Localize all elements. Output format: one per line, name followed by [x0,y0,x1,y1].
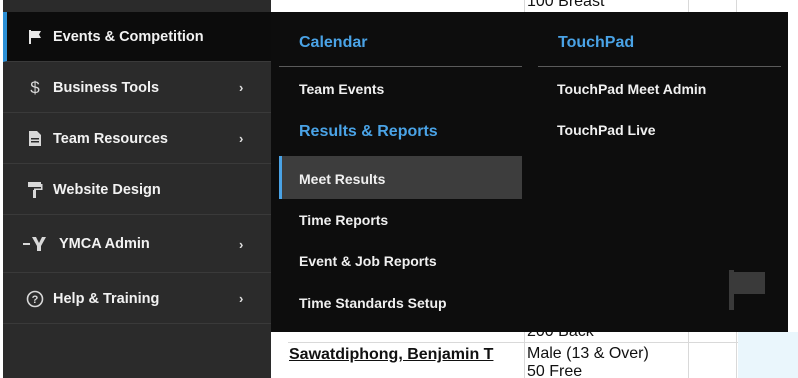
chevron-right-icon: › [239,236,244,252]
sidebar-item-ymca-admin[interactable]: YMCA Admin › [3,216,271,273]
sidebar-nav: Events & Competition $ Business Tools › … [3,0,271,378]
sidebar-item-events-competition[interactable]: Events & Competition [3,12,271,62]
menu-link-touchpad-meet-admin[interactable]: TouchPad Meet Admin [557,81,706,97]
sidebar-item-label: Business Tools [53,79,160,96]
sidebar-item-label: Help & Training [53,290,160,307]
sidebar-item-label: Team Resources [53,130,168,147]
menu-link-touchpad-live[interactable]: TouchPad Live [557,122,656,138]
chevron-right-icon: › [239,80,244,95]
dollar-icon: $ [30,77,40,97]
svg-text:?: ? [32,294,39,306]
sidebar-item-business-tools[interactable]: $ Business Tools › [3,63,271,113]
sidebar-item-label: Website Design [53,181,161,198]
menu-link-event-job-reports[interactable]: Event & Job Reports [299,253,437,269]
gender-age-cell: Male (13 & Over) [527,345,649,362]
events-competition-submenu: Calendar Team Events Results & Reports M… [271,12,788,332]
menu-link-meet-results[interactable]: Meet Results [299,171,385,187]
document-icon [25,129,45,149]
paint-roller-icon [25,180,45,200]
swimmer-name-link[interactable]: Sawatdiphong, Benjamin T [289,346,493,364]
results-reports-heading: Results & Reports [299,123,438,140]
event-cell-free: 50 Free [527,363,583,378]
menu-link-team-events[interactable]: Team Events [299,81,384,97]
ymca-logo-icon [23,234,49,254]
table-row-divider [288,342,798,343]
question-circle-icon: ? [25,289,45,309]
column-divider [538,66,781,67]
calendar-heading: Calendar [299,34,368,51]
sidebar-item-label: Events & Competition [53,28,204,45]
menu-link-time-reports[interactable]: Time Reports [299,212,388,228]
menu-link-time-standards-setup[interactable]: Time Standards Setup [299,295,447,311]
chevron-right-icon: › [239,291,244,306]
flag-icon [25,27,45,47]
sidebar-item-team-resources[interactable]: Team Resources › [3,114,271,164]
event-cell-top: 100 Breast [527,0,605,10]
sidebar-item-website-design[interactable]: Website Design [3,165,271,215]
flag-icon [727,268,767,317]
column-divider [279,66,522,67]
sidebar-item-help-training[interactable]: ? Help & Training › [3,274,271,324]
table-cell-shaded [738,332,798,378]
touchpad-heading: TouchPad [558,34,635,51]
sidebar-item-label: YMCA Admin [59,236,150,252]
chevron-right-icon: › [239,131,244,146]
